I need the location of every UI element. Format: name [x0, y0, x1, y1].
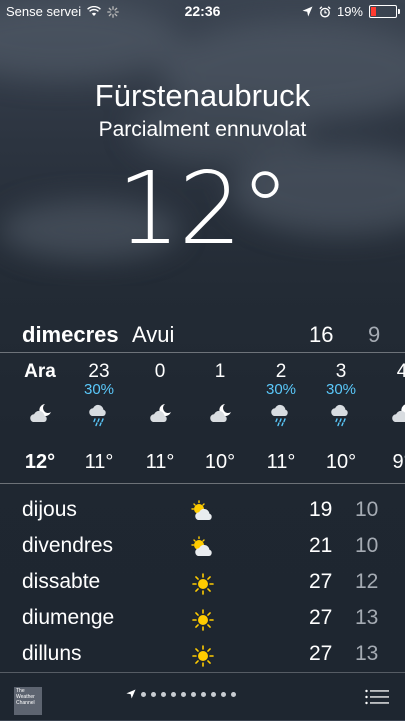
daily-row: dilluns 27 13 [0, 636, 405, 672]
rain-icon [87, 401, 113, 427]
location-arrow-icon [126, 689, 136, 699]
page-dot[interactable] [141, 691, 146, 697]
hour-temperature: 12° [24, 451, 56, 473]
today-high: 16 [309, 322, 334, 347]
day-low: 13 [355, 606, 379, 629]
page-dot[interactable] [231, 691, 236, 697]
today-label: Avui [132, 322, 175, 347]
sun-icon [190, 608, 216, 632]
status-bar: Sense servei 22:36 19% [0, 0, 405, 22]
partly-cloudy-night-icon [390, 401, 405, 427]
day-high: 19 [309, 498, 333, 521]
day-low: 10 [355, 498, 379, 521]
hour-label: 1 [214, 361, 226, 382]
today-summary: dimecres Avui 16 9 [0, 318, 405, 353]
today-day: dimecres [22, 322, 119, 347]
alarm-clock-icon [319, 5, 331, 17]
battery-icon [369, 5, 400, 18]
city-name: Fürstenaubruck [94, 78, 311, 113]
day-high: 27 [309, 606, 333, 629]
sun-icon [190, 644, 216, 668]
partly-cloudy-night-icon [28, 401, 54, 427]
day-name: dissabte [22, 570, 101, 593]
day-high: 27 [309, 642, 333, 665]
hourly-forecast[interactable]: Ara 12° 23 30% 11° 0 11° 1 10° 2 30% 11°… [0, 353, 405, 484]
day-name: diumenge [22, 606, 115, 629]
page-dot[interactable] [171, 691, 176, 697]
precip-chance: 30% [83, 381, 115, 398]
hour-label: 23 [88, 361, 110, 382]
sun-icon [190, 572, 216, 596]
partly-cloudy-day-icon [190, 536, 216, 560]
page-dot[interactable] [161, 691, 166, 697]
battery-percent: 19% [336, 4, 363, 19]
hour-temperature: 11° [266, 451, 296, 473]
daily-row: divendres 21 10 [0, 528, 405, 564]
hour-label: 3 [335, 361, 347, 382]
page-indicator[interactable] [126, 689, 236, 699]
page-dot[interactable] [221, 691, 226, 697]
hour-label: 2 [275, 361, 287, 382]
day-name: dilluns [22, 642, 82, 665]
daily-row: diumenge 27 13 [0, 600, 405, 636]
hour-label: 0 [154, 361, 166, 382]
city-list-icon[interactable] [365, 689, 389, 705]
daily-forecast: dijous 19 10 divendres 21 10 dissabte 27… [0, 492, 405, 672]
day-high: 21 [309, 534, 333, 557]
hour-temperature: 11° [84, 451, 114, 473]
precip-chance: 30% [325, 381, 357, 398]
hour-label: 4 [375, 361, 405, 383]
hour-temperature: 11° [145, 451, 175, 473]
day-low: 10 [355, 534, 379, 557]
precip-chance: 30% [265, 381, 297, 398]
rain-icon [269, 401, 295, 427]
weather-condition: Parcialment ennuvolat [98, 118, 307, 141]
page-dot[interactable] [181, 691, 186, 697]
hour-temperature: 10° [325, 451, 357, 473]
page-dot[interactable] [211, 691, 216, 697]
current-temperature: 12° [116, 150, 290, 267]
location-arrow-icon [302, 6, 313, 17]
partly-cloudy-night-icon [148, 401, 174, 427]
hour-temperature: 10° [204, 451, 236, 473]
day-name: dijous [22, 498, 77, 521]
day-high: 27 [309, 570, 333, 593]
day-low: 13 [355, 642, 379, 665]
page-dot[interactable] [151, 691, 156, 697]
day-name: divendres [22, 534, 114, 557]
hour-label: Ara [24, 361, 56, 382]
rain-icon [329, 401, 355, 427]
page-dot[interactable] [201, 691, 206, 697]
daily-row: dijous 19 10 [0, 492, 405, 528]
day-low: 12 [355, 570, 379, 593]
daily-row: dissabte 27 12 [0, 564, 405, 600]
partly-cloudy-night-icon [208, 401, 234, 427]
weather-channel-logo[interactable]: The Weather Channel [14, 687, 42, 715]
partly-cloudy-day-icon [190, 500, 216, 524]
bottom-toolbar: The Weather Channel [0, 672, 405, 721]
page-dot[interactable] [191, 691, 196, 697]
today-low: 9 [368, 322, 381, 347]
hour-temperature: 9° [392, 451, 405, 473]
